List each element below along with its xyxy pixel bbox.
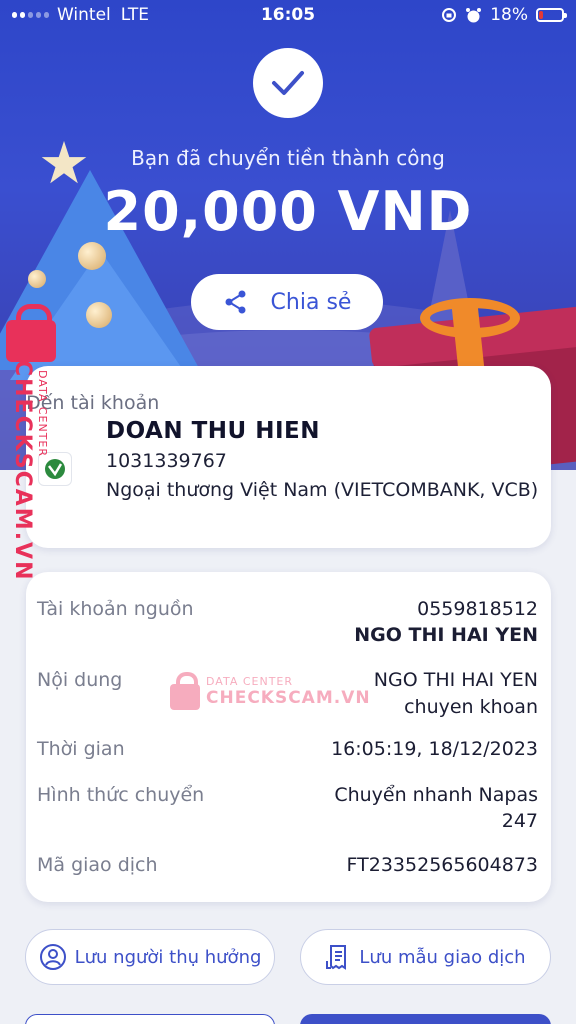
transaction-id-label: Mã giao dịch — [37, 854, 158, 876]
primary-bottom-button[interactable] — [300, 1014, 551, 1024]
signal-strength-icon — [12, 12, 49, 18]
success-check-icon — [253, 48, 323, 118]
watermark-center: DATA CENTER CHECKSCAM.VN — [170, 672, 371, 710]
time-value: 16:05:19, 18/12/2023 — [331, 738, 538, 760]
recipient-bank-name: Ngoại thương Việt Nam (VIETCOMBANK, VCB) — [106, 479, 539, 501]
source-account-label: Tài khoản nguồn — [37, 598, 194, 620]
watermark-lock-icon — [6, 304, 56, 362]
ornament-icon — [78, 242, 106, 270]
watermark-brand: CHECKSCAM.VN — [10, 360, 35, 582]
receipt-icon — [326, 945, 347, 970]
watermark-center-sub: DATA CENTER — [206, 674, 294, 688]
transfer-amount: 20,000 VND — [103, 180, 473, 243]
ornament-icon — [28, 270, 46, 288]
source-account-number: 0559818512 — [417, 598, 538, 620]
content-value-line2: chuyen khoan — [404, 696, 538, 718]
save-beneficiary-label: Lưu người thụ hưởng — [74, 946, 262, 968]
recipient-name: DOAN THU HIEN — [106, 418, 320, 444]
transfer-method-value-line2: 247 — [501, 810, 538, 832]
source-account-name: NGO THI HAI YEN — [354, 624, 538, 646]
save-template-label: Lưu mẫu giao dịch — [359, 946, 526, 968]
share-icon — [225, 290, 246, 314]
carrier-name: Wintel — [57, 5, 111, 25]
battery-icon — [536, 8, 567, 22]
content-label: Nội dung — [37, 669, 123, 691]
watermark-lock-icon — [170, 672, 200, 710]
orientation-lock-icon — [442, 8, 457, 22]
watermark-center-brand: CHECKSCAM.VN — [206, 687, 371, 708]
success-message: Bạn đã chuyển tiền thành công — [131, 146, 445, 170]
save-template-button[interactable]: Lưu mẫu giao dịch — [300, 929, 551, 985]
secondary-bottom-button[interactable] — [25, 1014, 275, 1024]
vietcombank-logo-icon — [38, 452, 72, 486]
share-label: Chia sẻ — [270, 289, 352, 315]
save-beneficiary-button[interactable]: Lưu người thụ hưởng — [25, 929, 275, 985]
transaction-id-value: FT23352565604873 — [346, 854, 538, 876]
recipient-account-number: 1031339767 — [106, 450, 227, 472]
network-type: LTE — [120, 5, 150, 25]
status-bar: Wintel LTE 16:05 18% — [0, 0, 576, 30]
transfer-method-label: Hình thức chuyển — [37, 784, 205, 806]
transfer-method-value: Chuyển nhanh Napas — [334, 784, 538, 806]
battery-percent: 18% — [490, 5, 528, 25]
watermark-sub: DATA CENTER — [36, 370, 49, 458]
alarm-icon — [466, 7, 482, 22]
content-value: NGO THI HAI YEN — [373, 669, 538, 691]
share-button[interactable]: Chia sẻ — [191, 274, 383, 330]
ornament-icon — [86, 302, 112, 328]
time-label: Thời gian — [37, 738, 125, 760]
gift-bow-decoration — [420, 298, 520, 338]
user-icon — [39, 944, 66, 970]
